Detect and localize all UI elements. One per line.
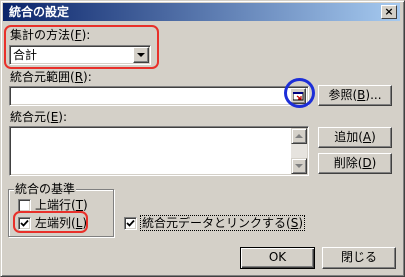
reference-input[interactable]	[9, 86, 309, 106]
sources-label: 統合元(E):	[10, 110, 68, 124]
close-button[interactable]: 閉じる	[322, 247, 396, 269]
title-bar[interactable]: 統合の設定 ×	[3, 3, 400, 21]
chevron-up-icon	[295, 134, 303, 138]
link-sources-label: 統合元データとリンクする(S)	[140, 215, 305, 231]
annotation-highlight-function	[4, 25, 159, 69]
annotation-highlight-collapse	[284, 78, 315, 108]
sources-listbox[interactable]	[9, 126, 309, 176]
sources-scrollbar[interactable]	[291, 128, 307, 174]
add-button[interactable]: 追加(A)	[318, 127, 392, 148]
browse-button[interactable]: 参照(B)...	[318, 85, 392, 106]
reference-label: 統合元範囲(R):	[10, 70, 92, 84]
annotation-highlight-left-column	[13, 211, 88, 233]
link-sources-checkbox[interactable]	[124, 217, 137, 230]
chevron-down-icon	[295, 164, 303, 168]
title-close-button[interactable]: ×	[381, 5, 397, 19]
delete-button[interactable]: 削除(D)	[318, 153, 392, 174]
check-icon	[126, 219, 135, 227]
top-row-label: 上端行(T)	[35, 198, 88, 212]
scroll-up-button[interactable]	[291, 128, 307, 144]
use-labels-group-label: 統合の基準	[14, 182, 77, 196]
ok-button[interactable]: OK	[240, 247, 315, 269]
dialog-title: 統合の設定	[9, 5, 70, 19]
close-icon: ×	[384, 5, 394, 18]
scroll-down-button[interactable]	[291, 158, 307, 174]
